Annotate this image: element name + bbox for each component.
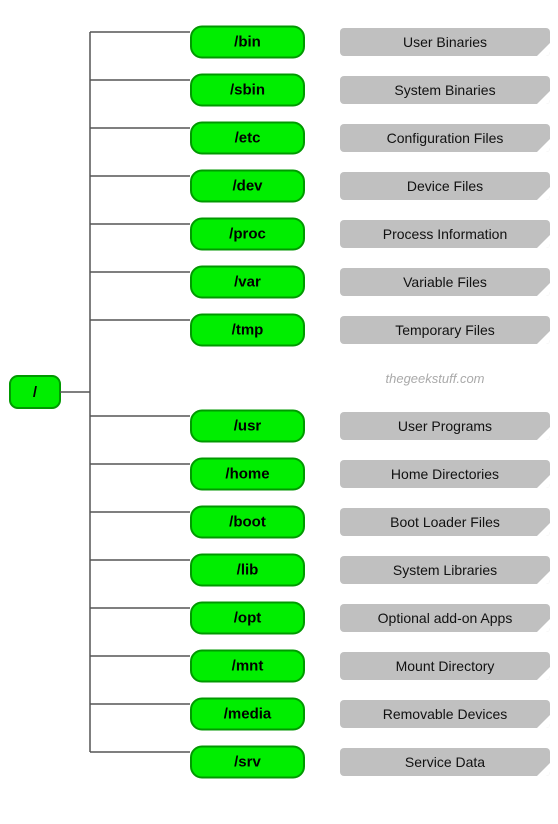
list-item: /tmp Temporary Files xyxy=(0,306,558,354)
dir-description: Configuration Files xyxy=(340,124,550,152)
list-item: /srv Service Data xyxy=(0,738,558,786)
list-item: /home Home Directories xyxy=(0,450,558,498)
list-item: /dev Device Files xyxy=(0,162,558,210)
list-item: /sbin System Binaries xyxy=(0,66,558,114)
dir-node: /proc xyxy=(190,218,305,251)
dir-node: /srv xyxy=(190,746,305,779)
dir-description: User Programs xyxy=(340,412,550,440)
dir-description: System Libraries xyxy=(340,556,550,584)
dir-node: /boot xyxy=(190,506,305,539)
dir-node: /bin xyxy=(190,26,305,59)
dir-description: System Binaries xyxy=(340,76,550,104)
dir-node: /media xyxy=(190,698,305,731)
dir-node: /var xyxy=(190,266,305,299)
dir-node: /etc xyxy=(190,122,305,155)
dir-description: Mount Directory xyxy=(340,652,550,680)
watermark-text: thegeekstuff.com xyxy=(330,371,540,386)
dir-description: Optional add-on Apps xyxy=(340,604,550,632)
dir-node: /usr xyxy=(190,410,305,443)
list-item: /bin User Binaries xyxy=(0,18,558,66)
dir-node: /sbin xyxy=(190,74,305,107)
dir-node: /home xyxy=(190,458,305,491)
dir-description: User Binaries xyxy=(340,28,550,56)
list-item: thegeekstuff.com xyxy=(0,354,558,402)
dir-description: Removable Devices xyxy=(340,700,550,728)
list-item: /media Removable Devices xyxy=(0,690,558,738)
dir-description: Boot Loader Files xyxy=(340,508,550,536)
dir-description: Device Files xyxy=(340,172,550,200)
list-item: /mnt Mount Directory xyxy=(0,642,558,690)
dir-description: Home Directories xyxy=(340,460,550,488)
dir-description: Service Data xyxy=(340,748,550,776)
dir-node: /lib xyxy=(190,554,305,587)
dir-description: Temporary Files xyxy=(340,316,550,344)
list-item: /usr User Programs xyxy=(0,402,558,450)
list-item: /var Variable Files xyxy=(0,258,558,306)
diagram: / /binUser Binaries/sbinSystem Binaries/… xyxy=(0,0,558,824)
dir-description: Process Information xyxy=(340,220,550,248)
dir-node: /opt xyxy=(190,602,305,635)
dir-node: /dev xyxy=(190,170,305,203)
dir-description: Variable Files xyxy=(340,268,550,296)
list-item: /proc Process Information xyxy=(0,210,558,258)
list-item: /boot Boot Loader Files xyxy=(0,498,558,546)
dir-node: /tmp xyxy=(190,314,305,347)
list-item: /etc Configuration Files xyxy=(0,114,558,162)
dir-node: /mnt xyxy=(190,650,305,683)
list-item: /lib System Libraries xyxy=(0,546,558,594)
list-item: /opt Optional add-on Apps xyxy=(0,594,558,642)
